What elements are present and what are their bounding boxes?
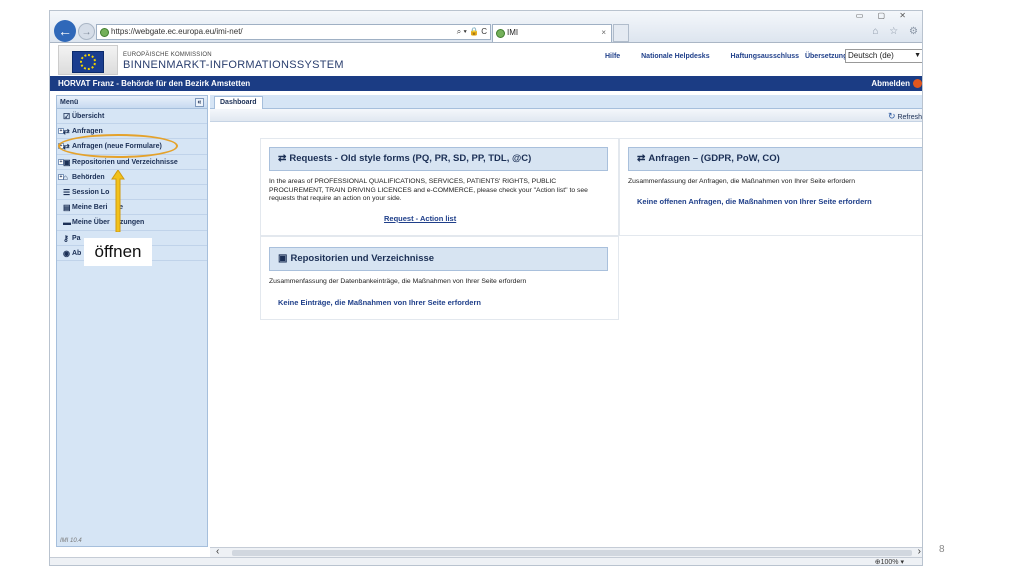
logout-label: Abmelden <box>871 79 910 88</box>
tab-bar: Dashboard <box>210 95 922 109</box>
user-name: HORVAT Franz - Behörde für den Bezirk Am… <box>58 79 251 88</box>
version-label: IMI 10.4 <box>60 538 82 544</box>
site-header: EUROPÄISCHE KOMMISSION BINNENMARKT-INFOR… <box>50 43 922 76</box>
highlight-ellipse <box>58 134 178 158</box>
sidebar-menu: Menü « ☑ Übersicht + ⇄ Anfragen + ⇄ Anfragen (n… <box>56 95 208 547</box>
globe-icon <box>100 28 109 37</box>
action-list-link[interactable]: Request - Action list <box>384 214 456 223</box>
sidebar-item-label: Meine Über tzungen <box>72 219 145 227</box>
panel-description: Zusammenfassung der Anfragen, die Maßnah… <box>628 178 856 185</box>
refresh-button[interactable]: ↻ Refresh <box>888 111 922 122</box>
briefcase-icon: ▣ <box>63 157 71 167</box>
eu-logo <box>58 45 118 75</box>
address-bar[interactable]: https://webgate.ec.europa.eu/imi-net/ ⌕ … <box>96 24 491 40</box>
status-bar: ⊕100% ▾ <box>50 557 922 566</box>
panel-header: ⇄ Anfragen – (GDPR, PoW, CO) <box>628 147 922 171</box>
browser-icons[interactable]: ⌂ ☆ ⚙ <box>872 26 922 37</box>
language-select[interactable]: Deutsch (de) ▼ <box>845 49 922 63</box>
globe-icon <box>496 29 505 38</box>
zoom-value: 100% <box>880 559 899 566</box>
browser-toolbar: ← → https://webgate.ec.europa.eu/imi-net… <box>50 11 922 43</box>
tab-close-icon[interactable]: × <box>601 25 606 41</box>
sidebar-item[interactable]: ▤ Meine Beri e <box>57 200 207 216</box>
open-requests-link[interactable]: Keine offenen Anfragen, die Maßnahmen vo… <box>637 197 872 206</box>
sidebar-item-label: Übersicht <box>72 113 105 120</box>
sidebar-item[interactable]: ☰ Session Lo <box>57 185 207 201</box>
helpdesks-link[interactable]: Nationale Helpdesks <box>641 53 709 60</box>
back-button[interactable]: ← <box>54 20 76 42</box>
list-icon: ☰ <box>63 187 71 197</box>
requests-old-panel: ⇄ Requests - Old style forms (PQ, PR, SD,… <box>260 138 619 236</box>
panel-header: ⇄ Requests - Old style forms (PQ, PR, SD,… <box>269 147 608 171</box>
sidebar-item-label: Session Lo <box>72 188 110 196</box>
building-icon: ⌂ <box>63 172 68 182</box>
key-icon: ⚷ <box>63 233 69 243</box>
panel-title: Requests - Old style forms (PQ, PR, SD, … <box>289 153 532 164</box>
sidebar-item-label: Behörden <box>72 173 105 181</box>
forward-button[interactable]: → <box>78 23 95 40</box>
exchange-icon: ⇄ <box>637 153 646 164</box>
system-title: BINNENMARKT-INFORMATIONSSYSTEM <box>123 59 344 71</box>
info-icon: ◉ <box>63 248 70 258</box>
power-icon <box>913 79 922 89</box>
entries-link[interactable]: Keine Einträge, die Maßnahmen von Ihrer … <box>278 298 481 307</box>
window-controls[interactable]: ▭ ▢ ✕ <box>856 11 912 20</box>
repositories-panel: ▣ Repositorien und Verzeichnisse Zusammen… <box>260 236 619 320</box>
slide-number: 8 <box>939 544 945 555</box>
language-value: Deutsch (de) <box>848 51 894 60</box>
exchange-icon: ⇄ <box>278 153 287 164</box>
main-content: Dashboard ↻ Refresh ⇄ Requests - Old styl… <box>210 95 922 547</box>
content-toolbar: ↻ Refresh <box>210 109 922 122</box>
exchange-icon: ⇄ <box>63 127 70 137</box>
chevron-down-icon: ▼ <box>914 52 921 59</box>
help-link[interactable]: Hilfe <box>605 53 620 60</box>
tab-dashboard[interactable]: Dashboard <box>214 96 263 109</box>
new-tab-button[interactable] <box>613 24 629 42</box>
eu-flag-icon <box>72 51 104 73</box>
menu-title: Menü <box>60 99 79 106</box>
zoom-control[interactable]: ⊕100% ▾ <box>875 558 904 566</box>
disclaimer-link[interactable]: Haftungsausschluss <box>731 53 799 60</box>
panel-description: Zusammenfassung der Datenbankeinträge, d… <box>269 278 527 285</box>
url-text: https://webgate.ec.europa.eu/imi-net/ <box>111 27 243 36</box>
commission-label: EUROPÄISCHE KOMMISSION <box>123 52 212 58</box>
sidebar-item-label: Pa <box>72 234 81 242</box>
overview-icon: ☑ <box>63 112 71 121</box>
arrow-up-icon <box>111 170 125 232</box>
panel-title: Anfragen – (GDPR, PoW, CO) <box>648 153 780 164</box>
scroll-right-icon[interactable]: › <box>918 546 921 557</box>
sidebar-item-label: Ab <box>72 249 82 257</box>
refresh-label: Refresh <box>897 114 922 121</box>
scroll-thumb[interactable] <box>232 550 912 556</box>
scroll-left-icon[interactable]: ‹ <box>216 546 219 557</box>
briefcase-icon: ▣ <box>278 253 288 264</box>
user-bar: HORVAT Franz - Behörde für den Bezirk Am… <box>50 76 922 91</box>
panel-description: In the areas of PROFESSIONAL QUALIFICATI… <box>269 178 588 202</box>
report-icon: ▤ <box>63 203 71 213</box>
browser-tab[interactable]: IMI × <box>492 24 612 42</box>
horizontal-scrollbar[interactable]: ‹ › <box>210 546 922 557</box>
sidebar-item[interactable]: + ⌂ Behörden <box>57 170 207 185</box>
collapse-icon[interactable]: « <box>195 98 204 107</box>
sidebar-item[interactable]: ▬ Meine Über tzungen <box>57 215 207 231</box>
sidebar-item-label: Repositorien und Verzeichnisse <box>72 158 178 166</box>
logout-button[interactable]: Abmelden <box>871 76 922 91</box>
chat-icon: ▬ <box>63 218 71 228</box>
address-controls[interactable]: ⌕ ▾ 🔒 C <box>457 25 487 39</box>
refresh-icon: ↻ <box>887 111 896 121</box>
panel-title: Repositorien und Verzeichnisse <box>290 253 435 264</box>
requests-new-panel: ⇄ Anfragen – (GDPR, PoW, CO) Zusammenfass… <box>619 138 922 236</box>
translation-link[interactable]: Übersetzung <box>805 53 847 60</box>
menu-header: Menü « <box>57 96 207 109</box>
tab-title: IMI <box>507 28 519 37</box>
eu-stars-icon <box>80 54 96 70</box>
top-links: Hilfe Nationale Helpdesks Haftungsaussch… <box>605 53 866 60</box>
panel-header: ▣ Repositorien und Verzeichnisse <box>269 247 608 271</box>
sidebar-item[interactable]: ☑ Übersicht <box>57 109 207 125</box>
callout-label: öffnen <box>84 238 152 266</box>
browser-window: ← → https://webgate.ec.europa.eu/imi-net… <box>49 10 923 566</box>
